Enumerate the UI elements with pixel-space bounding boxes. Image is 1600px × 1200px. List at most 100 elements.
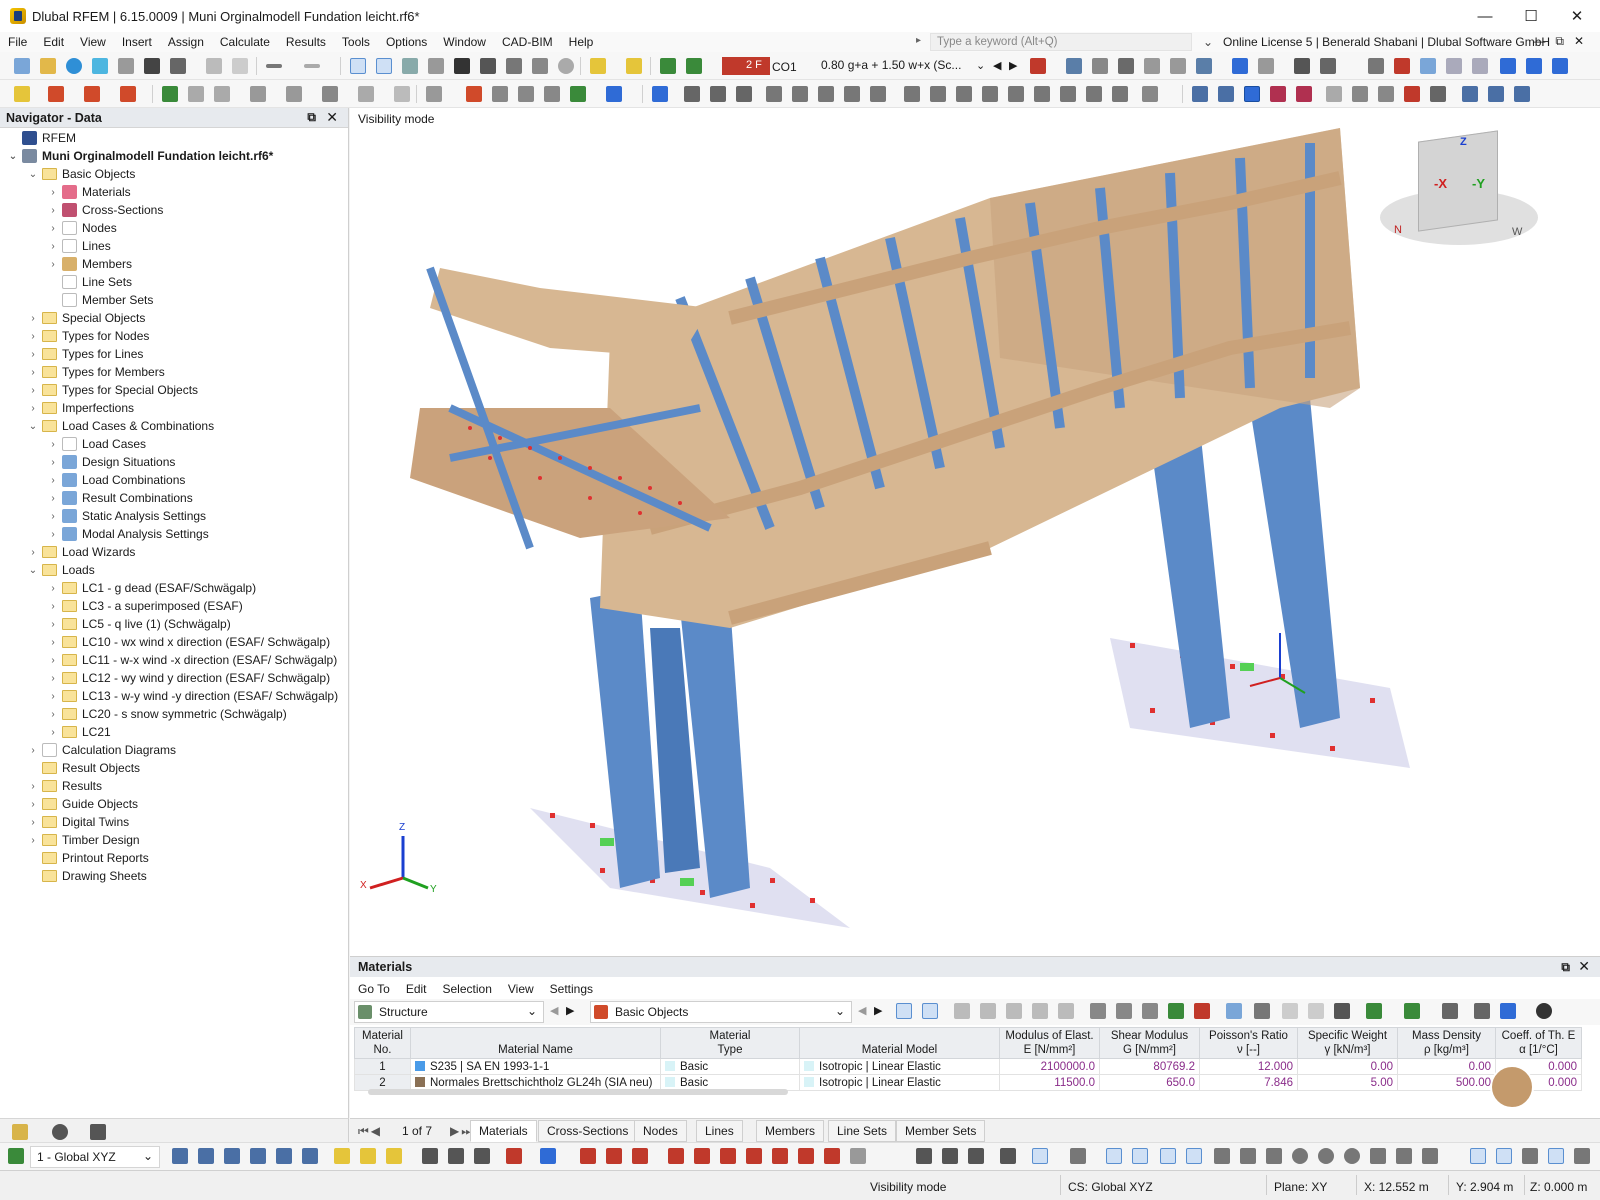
- menu-tools[interactable]: Tools: [334, 35, 378, 49]
- panel-close-icon[interactable]: ✕: [1578, 958, 1590, 975]
- keyword-search-input[interactable]: Type a keyword (Alt+Q): [930, 33, 1192, 51]
- layer-icon-1[interactable]: [1462, 86, 1478, 102]
- 3d-viewport[interactable]: Visibility mode Z X Y -X -Y Z N W: [350, 108, 1600, 956]
- panel-menu-goto[interactable]: Go To: [350, 982, 398, 996]
- dropdown-arrow-icon[interactable]: ⌄: [976, 59, 985, 72]
- line-display-icon-8[interactable]: [772, 1148, 788, 1164]
- animation-icon[interactable]: [1232, 58, 1248, 74]
- poisson-value[interactable]: 7.846: [1199, 1074, 1298, 1091]
- new-line-icon[interactable]: [48, 86, 64, 102]
- webshop-icon[interactable]: [92, 58, 108, 74]
- navigator-item[interactable]: › Load Wizards: [26, 543, 135, 561]
- export-red-icon[interactable]: [1194, 1003, 1210, 1019]
- nodal-load-icon[interactable]: [466, 86, 482, 102]
- navigator-item[interactable]: › Types for Special Objects: [26, 381, 198, 399]
- square-toggle-icon[interactable]: [1160, 1148, 1176, 1164]
- undo-icon[interactable]: [266, 64, 282, 68]
- tables-toggle-icon[interactable]: [376, 58, 392, 74]
- result-diagram-icon[interactable]: [1320, 58, 1336, 74]
- dim-icon-2[interactable]: [710, 86, 726, 102]
- angle-icon-2[interactable]: [1240, 1148, 1256, 1164]
- import-icon[interactable]: [1116, 1003, 1132, 1019]
- member-results-icon[interactable]: [1092, 58, 1108, 74]
- panel-menu-selection[interactable]: Selection: [435, 982, 500, 996]
- navigator-item[interactable]: ⌄ Loads: [26, 561, 95, 579]
- navigator-item[interactable]: › Nodes: [46, 219, 117, 237]
- line-display-icon-9[interactable]: [798, 1148, 814, 1164]
- expand-right-icon[interactable]: ›: [26, 349, 40, 360]
- rectangle-icon[interactable]: [322, 86, 338, 102]
- panel-menu-edit[interactable]: Edit: [398, 982, 435, 996]
- close-button[interactable]: ✕: [1554, 0, 1600, 32]
- navigator-item[interactable]: RFEM: [6, 129, 76, 147]
- navigator-item[interactable]: › Load Cases: [46, 435, 146, 453]
- navigator-item[interactable]: › Types for Members: [26, 363, 164, 381]
- mdi-window-controls[interactable]: —⧉✕: [1533, 34, 1594, 49]
- render-icon-3[interactable]: [1574, 1148, 1590, 1164]
- table-icon-5[interactable]: [1058, 1003, 1074, 1019]
- tool-icon-2[interactable]: [1396, 1148, 1412, 1164]
- minimize-button[interactable]: —: [1462, 0, 1508, 32]
- navigator-item[interactable]: › Results: [26, 777, 102, 795]
- line-display-icon-2[interactable]: [606, 1148, 622, 1164]
- view-icon-4[interactable]: [250, 1148, 266, 1164]
- dimension-icon[interactable]: [402, 58, 418, 74]
- document-icon[interactable]: [532, 58, 548, 74]
- dim-icon-3[interactable]: [736, 86, 752, 102]
- cross-toggle-icon[interactable]: [1186, 1148, 1202, 1164]
- surface-load-icon[interactable]: [544, 86, 560, 102]
- material-type-cell[interactable]: Basic: [660, 1058, 800, 1075]
- display-icon-3[interactable]: [386, 1148, 402, 1164]
- snap-toggle-icon-3[interactable]: [968, 1148, 984, 1164]
- delete-rows-icon[interactable]: [1090, 1003, 1106, 1019]
- expand-right-icon[interactable]: ›: [26, 331, 40, 342]
- line-display-icon-4[interactable]: [668, 1148, 684, 1164]
- select-in-table-icon[interactable]: [896, 1003, 912, 1019]
- table-icon-2[interactable]: [980, 1003, 996, 1019]
- view-z-icon[interactable]: [1552, 58, 1568, 74]
- specific-weight-value[interactable]: 5.00: [1297, 1074, 1398, 1091]
- align-icon-8[interactable]: [1086, 86, 1102, 102]
- expand-right-icon[interactable]: ›: [46, 727, 60, 738]
- display-icon-5[interactable]: [448, 1148, 464, 1164]
- line-display-icon-3[interactable]: [632, 1148, 648, 1164]
- wireframe-view-icon[interactable]: [1446, 58, 1462, 74]
- navigator-item[interactable]: › Lines: [46, 237, 111, 255]
- material-model-cell[interactable]: Isotropic | Linear Elastic: [799, 1058, 1000, 1075]
- rotate-icon[interactable]: [1352, 86, 1368, 102]
- navigator-item[interactable]: › Digital Twins: [26, 813, 129, 831]
- expand-right-icon[interactable]: ›: [46, 619, 60, 630]
- navigator-item[interactable]: › LC10 - wx wind x direction (ESAF/ Schwä…: [46, 633, 330, 651]
- view-icon-6[interactable]: [302, 1148, 318, 1164]
- navigator-item[interactable]: › LC1 - g dead (ESAF/Schwägalp): [46, 579, 256, 597]
- pager-nav-icons[interactable]: ⏮◀: [358, 1124, 382, 1139]
- align-icon-2[interactable]: [930, 86, 946, 102]
- align-icon-3[interactable]: [956, 86, 972, 102]
- expand-right-icon[interactable]: ›: [26, 385, 40, 396]
- navigator-item[interactable]: › Members: [46, 255, 132, 273]
- snap-icon-5[interactable]: [870, 86, 886, 102]
- calculate-icon[interactable]: [660, 58, 676, 74]
- eccentricity-icon[interactable]: [214, 86, 230, 102]
- tool-icon-3[interactable]: [1422, 1148, 1438, 1164]
- view-icon-1[interactable]: [172, 1148, 188, 1164]
- wizard-icon[interactable]: [606, 86, 622, 102]
- navigator-item[interactable]: › Load Combinations: [46, 471, 185, 489]
- tool-icon-1[interactable]: [1370, 1148, 1386, 1164]
- new-node-icon[interactable]: [14, 86, 30, 102]
- grid-icon[interactable]: [1192, 86, 1208, 102]
- mass-density-value[interactable]: 0.00: [1397, 1058, 1496, 1075]
- new-surface-icon[interactable]: [120, 86, 136, 102]
- navigator-item[interactable]: Drawing Sheets: [26, 867, 147, 885]
- next-table-icon[interactable]: ▶: [874, 1004, 882, 1017]
- navigator-item[interactable]: › LC20 - s snow symmetric (Schwägalp): [46, 705, 286, 723]
- mass-density-value[interactable]: 500.00: [1397, 1074, 1496, 1091]
- angle-icon-3[interactable]: [1266, 1148, 1282, 1164]
- redo-icon[interactable]: [304, 64, 320, 68]
- circle-icon-3[interactable]: [1344, 1148, 1360, 1164]
- tab-line-sets[interactable]: Line Sets: [828, 1120, 897, 1142]
- circle-icon-2[interactable]: [1318, 1148, 1334, 1164]
- expand-right-icon[interactable]: ›: [46, 709, 60, 720]
- new-member-icon[interactable]: [84, 86, 100, 102]
- line-load-icon[interactable]: [518, 86, 534, 102]
